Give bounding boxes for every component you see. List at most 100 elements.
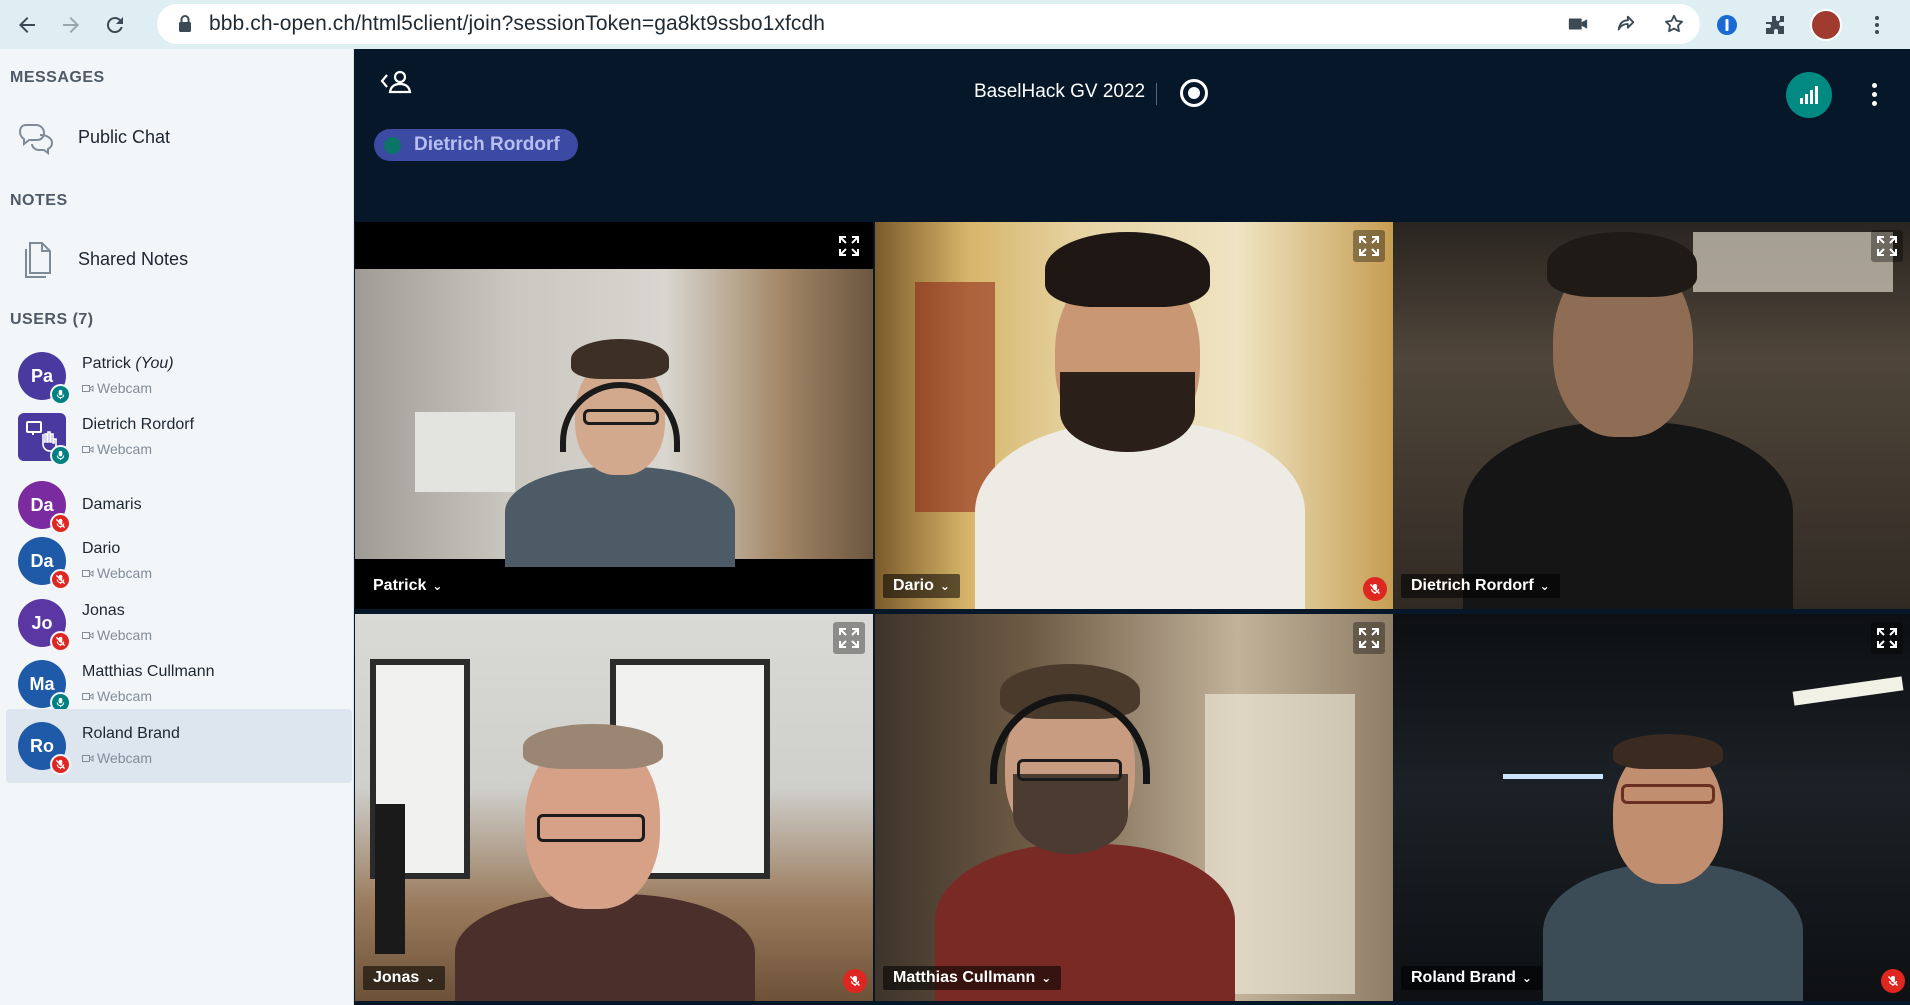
- video-user-name: Matthias Cullmann: [893, 969, 1036, 986]
- user-status: Webcam: [82, 750, 152, 766]
- main-area: BaselHack GV 2022 Dietrich Rordorf Patri…: [354, 49, 1910, 1005]
- avatar-initials: Ro: [30, 735, 54, 756]
- public-chat-label: Public Chat: [78, 126, 171, 147]
- puzzle-icon[interactable]: [1762, 12, 1788, 38]
- user-name-line: Matthias Cullmann: [82, 663, 215, 681]
- kebab-icon[interactable]: [1864, 12, 1890, 38]
- webcam-icon: [82, 627, 94, 643]
- user-name-line: Jonas: [82, 602, 125, 620]
- video-name-dropdown[interactable]: Patrick ⌄: [363, 574, 452, 598]
- arrow-right-icon: [63, 16, 79, 33]
- user-status-label: Webcam: [97, 627, 152, 643]
- user-status-label: Webcam: [97, 750, 152, 766]
- fullscreen-button[interactable]: [833, 230, 865, 262]
- avatar-initials: Da: [30, 494, 54, 515]
- user-name-line: Dario: [82, 540, 120, 558]
- video-tile[interactable]: Patrick ⌄: [355, 222, 873, 609]
- arrow-left-icon: [19, 16, 35, 33]
- fullscreen-button[interactable]: [1871, 230, 1903, 262]
- users-title: USERS (7): [10, 311, 94, 328]
- video-tile[interactable]: Jonas ⌄: [355, 614, 873, 1001]
- video-name-dropdown[interactable]: Dario ⌄: [883, 574, 960, 598]
- user-row[interactable]: Ro Roland Brand Webcam: [6, 709, 352, 783]
- video-tile[interactable]: Matthias Cullmann ⌄: [875, 614, 1393, 1001]
- user-name-line: Dietrich Rordorf: [82, 416, 194, 434]
- video-user-name: Roland Brand: [1411, 969, 1516, 986]
- mic-muted-icon: [1881, 969, 1905, 993]
- profile-avatar[interactable]: [1810, 8, 1842, 41]
- user-name: Patrick: [82, 355, 131, 372]
- avatar-initials: Ma: [29, 673, 55, 694]
- fullscreen-icon: [839, 236, 859, 256]
- video-user-name: Dietrich Rordorf: [1411, 577, 1534, 594]
- webcam-icon: [82, 441, 94, 457]
- back-button[interactable]: [5, 3, 49, 47]
- video-name-dropdown[interactable]: Jonas ⌄: [363, 966, 446, 990]
- user-name: Dario: [82, 540, 121, 557]
- user-row[interactable]: Dietrich Rordorf Webcam: [6, 400, 352, 474]
- mic-muted-icon: [50, 754, 71, 775]
- fullscreen-icon: [1359, 628, 1379, 648]
- user-status-label: Webcam: [97, 688, 152, 704]
- chevron-down-icon: ⌄: [432, 579, 443, 593]
- user-name-line: Roland Brand: [82, 725, 180, 743]
- fullscreen-button[interactable]: [1871, 622, 1903, 654]
- public-chat-item[interactable]: Public Chat: [0, 107, 354, 167]
- you-label: (You): [135, 355, 174, 372]
- user-status-label: Webcam: [97, 565, 152, 581]
- options-menu-button[interactable]: [1859, 79, 1889, 109]
- webcam-icon: [82, 688, 94, 704]
- share-icon[interactable]: [1614, 12, 1638, 36]
- fullscreen-button[interactable]: [1353, 622, 1385, 654]
- user-status: Webcam: [82, 441, 152, 457]
- avatar-initials: Da: [30, 550, 54, 571]
- fullscreen-icon: [1877, 236, 1897, 256]
- chevron-down-icon: ⌄: [1521, 971, 1532, 985]
- avatar-initials: Jo: [31, 612, 53, 633]
- user-status: Webcam: [82, 688, 152, 704]
- camera-icon[interactable]: [1566, 12, 1590, 36]
- record-button[interactable]: [1180, 79, 1208, 107]
- url-text[interactable]: bbb.ch-open.ch/html5client/join?sessionT…: [209, 12, 825, 36]
- address-bar[interactable]: bbb.ch-open.ch/html5client/join?sessionT…: [157, 4, 1700, 44]
- user-name: Dietrich Rordorf: [82, 416, 195, 433]
- fullscreen-button[interactable]: [833, 622, 865, 654]
- signal-bars-icon: [1800, 86, 1818, 104]
- chevron-down-icon: ⌄: [1539, 579, 1550, 593]
- reload-button[interactable]: [93, 3, 137, 47]
- chevron-down-icon: ⌄: [425, 971, 436, 985]
- notes-icon: [25, 242, 51, 278]
- video-tile[interactable]: Dario ⌄: [875, 222, 1393, 609]
- user-list-toggle-icon[interactable]: [378, 63, 414, 99]
- user-status-label: Webcam: [97, 380, 152, 396]
- video-user-name: Jonas: [373, 969, 420, 986]
- chat-bubbles-icon: [18, 124, 54, 155]
- video-tile[interactable]: Dietrich Rordorf ⌄: [1393, 222, 1910, 609]
- shared-notes-item[interactable]: Shared Notes: [0, 229, 354, 289]
- fullscreen-button[interactable]: [1353, 230, 1385, 262]
- connection-status-button[interactable]: [1786, 72, 1832, 118]
- forward-button[interactable]: [49, 3, 93, 47]
- fullscreen-icon: [1877, 628, 1897, 648]
- user-status-label: Webcam: [97, 441, 152, 457]
- video-name-dropdown[interactable]: Matthias Cullmann ⌄: [883, 966, 1062, 990]
- user-name: Damaris: [82, 496, 142, 513]
- video-tile[interactable]: Roland Brand ⌄: [1393, 614, 1910, 1001]
- talking-indicator[interactable]: Dietrich Rordorf: [374, 129, 578, 161]
- mic-on-icon: [50, 445, 71, 466]
- fullscreen-icon: [839, 628, 859, 648]
- user-status: Webcam: [82, 565, 152, 581]
- user-name: Roland Brand: [82, 725, 180, 742]
- webcam-icon: [82, 380, 94, 396]
- video-name-dropdown[interactable]: Roland Brand ⌄: [1401, 966, 1542, 990]
- webcam-icon: [82, 565, 94, 581]
- messages-title: MESSAGES: [10, 69, 105, 86]
- lock-icon: [179, 15, 191, 32]
- chevron-down-icon: ⌄: [1041, 971, 1052, 985]
- password-manager-icon[interactable]: [1714, 12, 1740, 38]
- user-name-line: Patrick (You): [82, 355, 174, 373]
- star-icon[interactable]: [1662, 12, 1686, 36]
- video-user-name: Dario: [893, 577, 934, 594]
- user-name: Matthias Cullmann: [82, 663, 215, 680]
- video-name-dropdown[interactable]: Dietrich Rordorf ⌄: [1401, 574, 1560, 598]
